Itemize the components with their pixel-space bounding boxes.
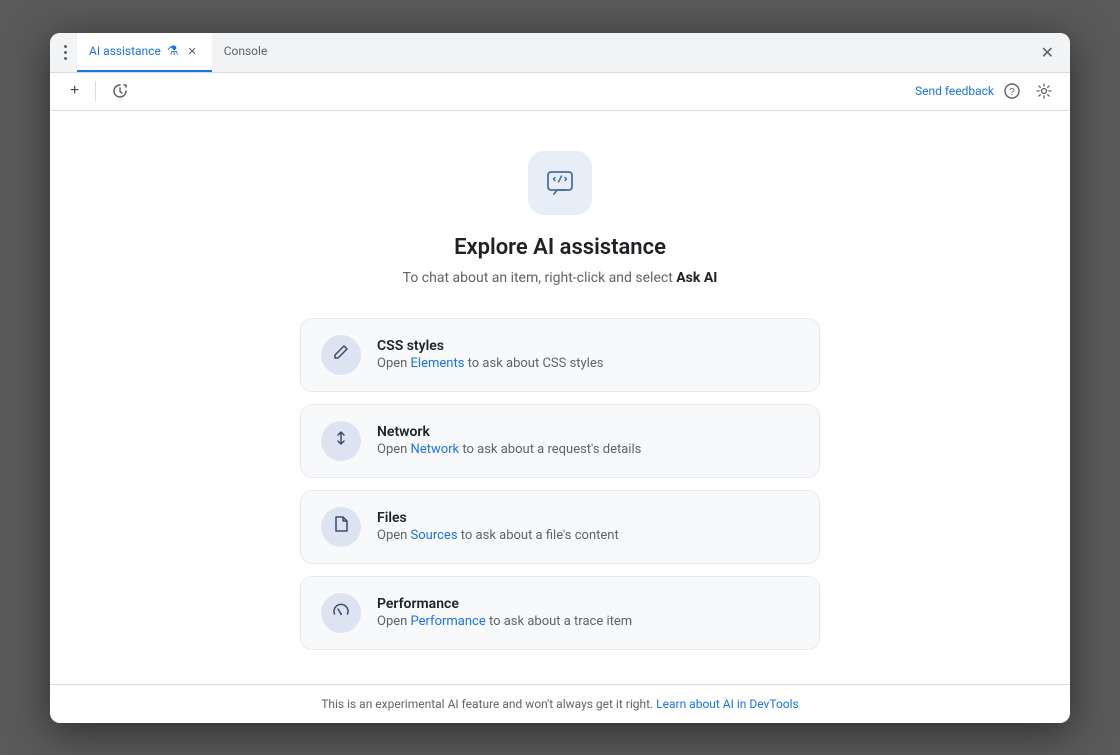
history-button[interactable] xyxy=(104,79,136,103)
tab-ai-assistance[interactable]: AI assistance ⚗ ✕ xyxy=(77,33,212,72)
performance-card-desc: Open Performance to ask about a trace it… xyxy=(377,614,632,629)
tab-ai-assistance-label: AI assistance xyxy=(89,44,161,58)
main-content: Explore AI assistance To chat about an i… xyxy=(50,111,1070,684)
card-performance[interactable]: Performance Open Performance to ask abou… xyxy=(300,576,820,650)
pen-icon xyxy=(332,343,350,366)
performance-link[interactable]: Performance xyxy=(411,614,486,629)
dots-menu[interactable] xyxy=(58,41,73,64)
sources-link[interactable]: Sources xyxy=(411,528,458,543)
explore-title: Explore AI assistance xyxy=(454,235,666,260)
footer: This is an experimental AI feature and w… xyxy=(50,684,1070,723)
files-card-text: Files Open Sources to ask about a file's… xyxy=(377,510,619,543)
css-styles-card-title: CSS styles xyxy=(377,338,603,354)
tab-console-label: Console xyxy=(224,44,268,58)
elements-link[interactable]: Elements xyxy=(411,356,465,371)
ai-icon-container xyxy=(528,151,592,215)
toolbar-right: Send feedback ? xyxy=(915,79,1058,103)
learn-about-ai-link[interactable]: Learn about AI in DevTools xyxy=(656,697,799,711)
subtitle-prefix: To chat about an item, right-click and s… xyxy=(403,270,677,286)
network-card-title: Network xyxy=(377,424,641,440)
arrows-icon xyxy=(332,429,350,452)
css-styles-card-text: CSS styles Open Elements to ask about CS… xyxy=(377,338,603,371)
devtools-window: AI assistance ⚗ ✕ Console ✕ + Send feedb… xyxy=(50,33,1070,723)
card-css-styles[interactable]: CSS styles Open Elements to ask about CS… xyxy=(300,318,820,392)
settings-button[interactable] xyxy=(1030,79,1058,103)
footer-text: This is an experimental AI feature and w… xyxy=(321,697,656,711)
flask-icon: ⚗ xyxy=(167,44,179,59)
files-card-title: Files xyxy=(377,510,619,526)
title-bar: AI assistance ⚗ ✕ Console ✕ xyxy=(50,33,1070,73)
tab-bar: AI assistance ⚗ ✕ Console xyxy=(77,33,1033,72)
network-card-desc: Open Network to ask about a request's de… xyxy=(377,442,641,457)
subtitle-ask-ai: Ask AI xyxy=(676,270,717,286)
performance-card-text: Performance Open Performance to ask abou… xyxy=(377,596,632,629)
window-close-button[interactable]: ✕ xyxy=(1033,39,1062,66)
card-files[interactable]: Files Open Sources to ask about a file's… xyxy=(300,490,820,564)
ai-chat-icon xyxy=(544,167,576,199)
performance-card-title: Performance xyxy=(377,596,632,612)
explore-subtitle: To chat about an item, right-click and s… xyxy=(403,270,718,286)
network-link[interactable]: Network xyxy=(411,442,460,457)
css-styles-card-desc: Open Elements to ask about CSS styles xyxy=(377,356,603,371)
svg-text:?: ? xyxy=(1009,87,1015,98)
add-button[interactable]: + xyxy=(62,78,87,104)
performance-icon-wrap xyxy=(321,593,361,633)
file-icon xyxy=(332,515,350,538)
files-icon-wrap xyxy=(321,507,361,547)
cards-list: CSS styles Open Elements to ask about CS… xyxy=(300,318,820,650)
send-feedback-link[interactable]: Send feedback xyxy=(915,84,994,98)
tab-close-button[interactable]: ✕ xyxy=(184,44,199,59)
gauge-icon xyxy=(332,601,350,624)
card-network[interactable]: Network Open Network to ask about a requ… xyxy=(300,404,820,478)
toolbar-divider xyxy=(95,81,96,101)
tab-console[interactable]: Console xyxy=(212,33,280,72)
files-card-desc: Open Sources to ask about a file's conte… xyxy=(377,528,619,543)
toolbar: + Send feedback ? xyxy=(50,73,1070,111)
network-icon-wrap xyxy=(321,421,361,461)
network-card-text: Network Open Network to ask about a requ… xyxy=(377,424,641,457)
help-button[interactable]: ? xyxy=(998,79,1026,103)
css-styles-icon-wrap xyxy=(321,335,361,375)
